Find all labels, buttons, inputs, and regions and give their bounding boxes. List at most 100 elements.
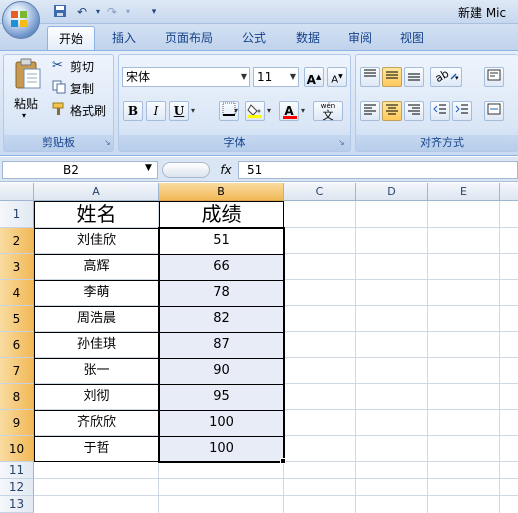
- shrink-font-button[interactable]: A▼: [327, 67, 347, 87]
- row-header-12[interactable]: 12: [0, 479, 34, 496]
- clipboard-launcher-icon[interactable]: ↘: [104, 138, 111, 147]
- font-group-label: 字体: [119, 135, 350, 151]
- window-title: 新建 Mic: [458, 6, 507, 20]
- increase-indent-button[interactable]: [452, 101, 472, 121]
- tab-home[interactable]: 开始: [47, 26, 95, 50]
- align-right-button[interactable]: [404, 101, 424, 121]
- row-header-4[interactable]: 4: [0, 280, 34, 306]
- column-header-d[interactable]: D: [356, 183, 428, 201]
- decrease-indent-button[interactable]: [430, 101, 450, 121]
- paste-dropdown-icon[interactable]: ▾: [22, 111, 26, 120]
- selection-outline: [158, 227, 285, 463]
- phonetic-char-label: 文: [322, 109, 334, 122]
- svg-text:ab: ab: [433, 68, 451, 82]
- row-header-13[interactable]: 13: [0, 496, 34, 513]
- decrease-indent-icon: [433, 104, 446, 114]
- font-size-dropdown-icon: ▼: [289, 72, 296, 81]
- font-color-button[interactable]: A: [279, 101, 299, 121]
- phonetic-guide-button[interactable]: wén 文: [313, 101, 343, 121]
- column-header-e[interactable]: E: [428, 183, 500, 201]
- font-name-value: 宋体: [126, 70, 151, 84]
- office-logo-icon: [11, 11, 27, 27]
- wrap-text-icon: [487, 69, 501, 81]
- column-header-a[interactable]: A: [34, 183, 159, 201]
- clipboard-group-label: 剪贴板: [4, 135, 113, 151]
- orientation-button[interactable]: ab ▾: [430, 67, 462, 87]
- row-header-3[interactable]: 3: [0, 254, 34, 280]
- row-header-2[interactable]: 2: [0, 228, 34, 254]
- row-header-1[interactable]: 1: [0, 201, 34, 228]
- tab-page-layout[interactable]: 页面布局: [158, 26, 220, 50]
- font-launcher-icon[interactable]: ↘: [338, 138, 345, 147]
- fill-handle[interactable]: [280, 458, 286, 464]
- formula-resize-handle[interactable]: [162, 162, 210, 178]
- redo-icon[interactable]: ↷: [104, 4, 120, 20]
- font-name-combo[interactable]: 宋体 ▼: [122, 67, 250, 87]
- align-center-button[interactable]: [382, 101, 402, 121]
- copy-icon[interactable]: [52, 80, 66, 94]
- align-top-button[interactable]: [360, 67, 380, 87]
- paste-icon[interactable]: [12, 58, 42, 90]
- tab-data[interactable]: 数据: [290, 26, 326, 50]
- tab-review[interactable]: 审阅: [342, 26, 378, 50]
- paste-button[interactable]: 粘贴: [14, 95, 38, 112]
- align-top-icon: [364, 69, 376, 77]
- column-header-c[interactable]: C: [284, 183, 356, 201]
- italic-button[interactable]: I: [146, 101, 166, 121]
- align-left-button[interactable]: [360, 101, 380, 121]
- underline-dropdown-icon[interactable]: ▾: [191, 106, 195, 115]
- grow-font-icon: A: [306, 73, 316, 87]
- font-color-swatch: [283, 116, 297, 119]
- align-left-icon: [364, 104, 376, 115]
- align-right-icon: [408, 104, 420, 115]
- font-color-dropdown-icon[interactable]: ▾: [301, 106, 305, 115]
- svg-text:▾: ▾: [455, 74, 459, 82]
- column-header-b[interactable]: B: [159, 183, 284, 201]
- row-header-7[interactable]: 7: [0, 358, 34, 384]
- row-header-5[interactable]: 5: [0, 306, 34, 332]
- name-box-dropdown-icon[interactable]: ▼: [145, 163, 152, 173]
- wrap-text-button[interactable]: [484, 67, 504, 87]
- bold-button[interactable]: B: [123, 101, 143, 121]
- format-painter-icon[interactable]: [52, 102, 66, 116]
- scissors-icon[interactable]: ✂: [52, 59, 66, 73]
- font-size-combo[interactable]: 11 ▼: [253, 67, 299, 87]
- align-middle-icon: [386, 71, 398, 79]
- select-all-corner[interactable]: [0, 183, 34, 201]
- merge-cells-icon: [487, 103, 501, 115]
- row-header-9[interactable]: 9: [0, 410, 34, 436]
- align-middle-button[interactable]: [382, 67, 402, 87]
- cut-button[interactable]: 剪切: [70, 58, 94, 75]
- copy-button[interactable]: 复制: [70, 80, 94, 97]
- redo-dropdown-icon[interactable]: ▾: [120, 4, 136, 20]
- borders-dropdown-icon[interactable]: ▾: [234, 106, 238, 115]
- fill-bucket-icon: [247, 104, 262, 118]
- fill-color-dropdown-icon[interactable]: ▾: [267, 106, 271, 115]
- row-header-6[interactable]: 6: [0, 332, 34, 358]
- tab-insert[interactable]: 插入: [106, 26, 142, 50]
- column-header-f[interactable]: [500, 183, 518, 201]
- customize-qat-icon[interactable]: ▾: [146, 4, 162, 20]
- formula-input[interactable]: 51: [238, 161, 518, 179]
- row-header-8[interactable]: 8: [0, 384, 34, 410]
- name-box[interactable]: B2: [2, 161, 158, 179]
- merge-center-button[interactable]: [484, 101, 504, 121]
- align-center-icon: [386, 104, 398, 115]
- fill-color-button[interactable]: [245, 101, 265, 121]
- format-painter-button[interactable]: 格式刷: [70, 102, 106, 119]
- row-header-11[interactable]: 11: [0, 462, 34, 479]
- align-bottom-button[interactable]: [404, 67, 424, 87]
- row-header-10[interactable]: 10: [0, 436, 34, 462]
- align-bottom-icon: [408, 73, 420, 81]
- save-icon[interactable]: [52, 4, 68, 20]
- grow-font-button[interactable]: A▲: [304, 67, 324, 87]
- tab-view[interactable]: 视图: [394, 26, 430, 50]
- increase-indent-icon: [455, 104, 468, 114]
- tab-formulas[interactable]: 公式: [236, 26, 272, 50]
- font-name-dropdown-icon: ▼: [240, 72, 247, 81]
- insert-function-icon[interactable]: fx: [215, 161, 237, 179]
- text-orientation-icon: ab ▾: [433, 67, 459, 85]
- underline-button[interactable]: U: [169, 101, 189, 121]
- undo-icon[interactable]: ↶: [74, 4, 90, 20]
- alignment-group-label: 对齐方式: [356, 135, 518, 151]
